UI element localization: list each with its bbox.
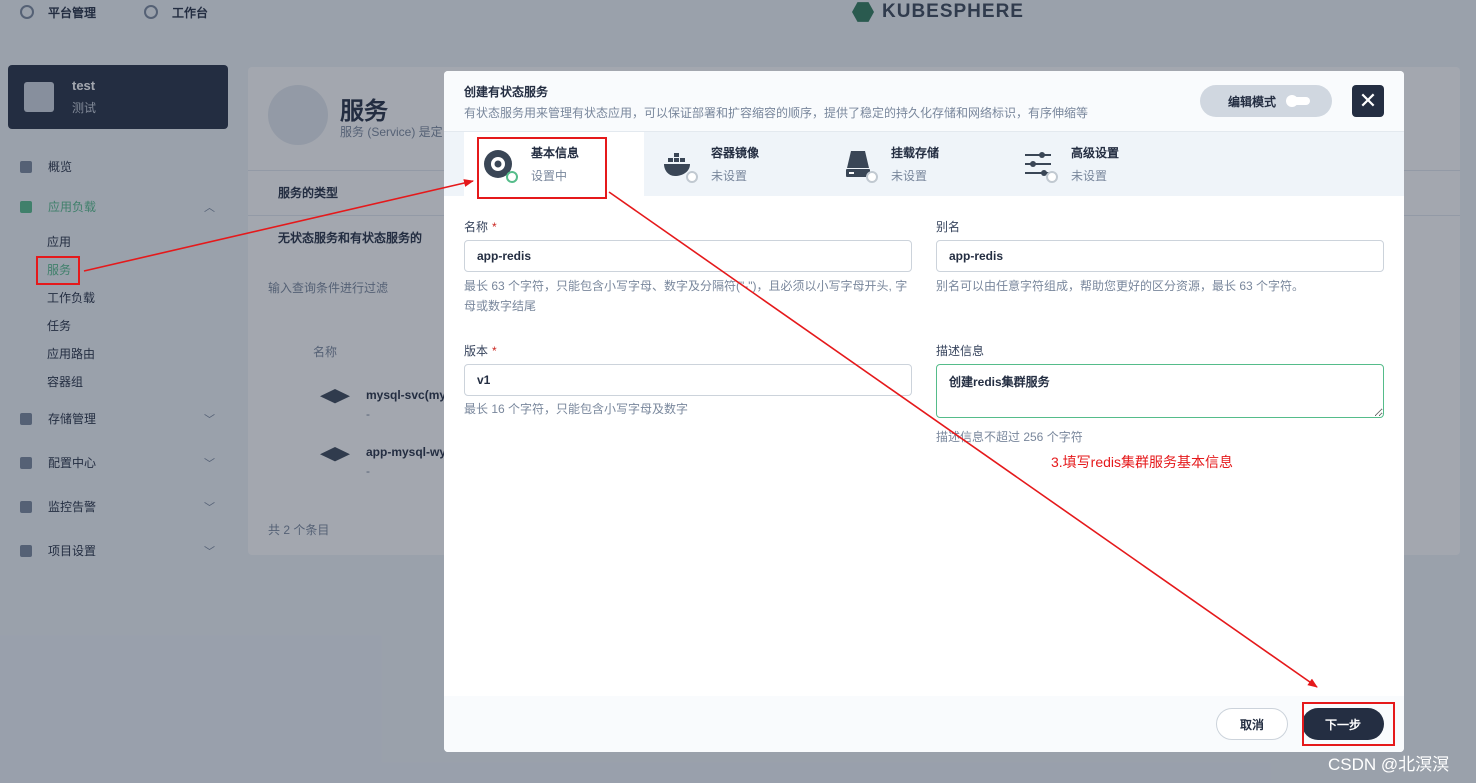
arrow-to-next — [608, 191, 1318, 688]
arrow-to-basic-info — [83, 179, 474, 272]
watermark: CSDN @北溟溟 — [1328, 755, 1450, 774]
annotation-arrows — [83, 179, 1318, 688]
